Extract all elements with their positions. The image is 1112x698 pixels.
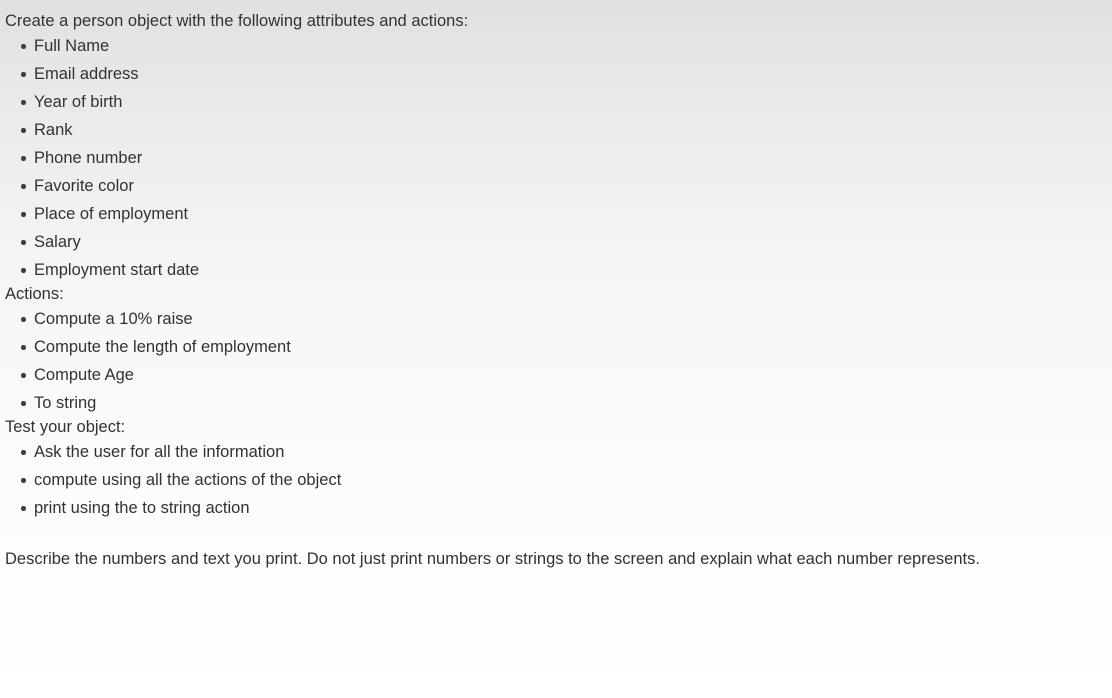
lead-paragraph: Create a person object with the followin… [5, 12, 469, 30]
list-item: Favorite color [5, 172, 1112, 200]
list-item: Place of employment [5, 200, 1112, 228]
list-item: Salary [5, 228, 1112, 256]
list-item: print using the to string action [5, 494, 1112, 522]
list-item: To string [5, 389, 1112, 417]
list-item: Compute Age [5, 361, 1112, 389]
actions-heading: Actions: [5, 285, 64, 303]
attributes-list: Full Name Email address Year of birth Ra… [5, 32, 1112, 284]
list-item: Email address [5, 60, 1112, 88]
closing-spacer [5, 522, 1112, 549]
actions-list: Compute a 10% raise Compute the length o… [5, 305, 1112, 417]
list-item: Compute a 10% raise [5, 305, 1112, 333]
list-item: Phone number [5, 144, 1112, 172]
document-page: Create a person object with the followin… [0, 0, 1112, 698]
list-item: Ask the user for all the information [5, 438, 1112, 466]
test-steps-list: Ask the user for all the information com… [5, 438, 1112, 522]
list-item: Full Name [5, 32, 1112, 60]
document-content: Create a person object with the followin… [0, 0, 1112, 549]
list-item: Year of birth [5, 88, 1112, 116]
list-item: Rank [5, 116, 1112, 144]
test-heading: Test your object: [5, 418, 126, 436]
list-item: compute using all the actions of the obj… [5, 466, 1112, 494]
list-item: Employment start date [5, 256, 1112, 284]
list-item: Compute the length of employment [5, 333, 1112, 361]
closing-paragraph: Describe the numbers and text you print.… [5, 550, 980, 568]
